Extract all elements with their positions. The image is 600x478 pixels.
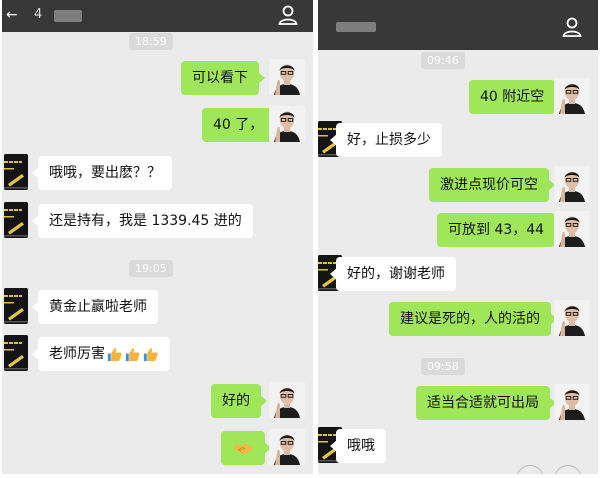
timestamp: 09:46: [421, 52, 465, 69]
my-message[interactable]: 可以看下: [181, 61, 265, 95]
chat-title: 4: [34, 7, 43, 22]
my-message[interactable]: 40 附近空: [469, 80, 562, 114]
chat-header: [318, 0, 598, 50]
my-avatar[interactable]: [269, 106, 305, 142]
my-avatar[interactable]: [554, 384, 590, 420]
chat-header: ← 4: [2, 0, 313, 32]
voice-button[interactable]: [516, 465, 544, 474]
my-avatar[interactable]: [554, 211, 590, 247]
thumbs-up-icon: [124, 346, 141, 363]
my-message[interactable]: 40 了，: [202, 108, 281, 142]
my-message[interactable]: 建议是死的，人的活的: [389, 302, 557, 336]
my-message[interactable]: 激进点现价可空: [429, 168, 555, 202]
blurred-contact-name: [54, 10, 82, 22]
my-avatar[interactable]: [554, 78, 590, 114]
my-avatar[interactable]: [269, 382, 305, 418]
back-arrow-icon[interactable]: ←: [6, 8, 18, 22]
my-message[interactable]: [221, 431, 271, 465]
my-avatar[interactable]: [554, 300, 590, 336]
right-chat-panel: 09:46 40 附近空 好，止损多少 激进点现价可空 可放到 43，44 好的…: [318, 0, 598, 474]
contact-message[interactable]: 老师厉害: [32, 337, 170, 371]
handshake-icon: [232, 439, 254, 457]
contact-avatar[interactable]: [4, 288, 28, 324]
contact-message[interactable]: 好的，谢谢老师: [330, 257, 456, 291]
thumbs-up-icon: [142, 346, 159, 363]
contact-message[interactable]: 还是持有，我是 1339.45 进的: [32, 204, 253, 238]
my-avatar[interactable]: [269, 429, 305, 465]
contact-message[interactable]: 黄金止赢啦老师: [32, 290, 158, 324]
contact-message[interactable]: 哦哦: [330, 429, 386, 463]
contact-avatar[interactable]: [4, 154, 28, 190]
timestamp: 19:05: [129, 260, 173, 277]
message-text: 老师厉害: [49, 346, 105, 362]
person-icon[interactable]: [277, 4, 299, 26]
my-avatar[interactable]: [554, 166, 590, 202]
left-chat-panel: ← 4 18:59 可以看下 40 了， 哦哦，要出麽？？ 还是持有，我是 13…: [2, 0, 313, 474]
blurred-contact-name: [336, 22, 376, 32]
timestamp: 09:58: [421, 358, 465, 375]
contact-avatar[interactable]: [4, 202, 28, 238]
my-message[interactable]: 适当合适就可出局: [416, 386, 556, 420]
contact-avatar[interactable]: [4, 335, 28, 371]
person-icon[interactable]: [561, 16, 583, 38]
my-message[interactable]: 好的: [211, 384, 267, 418]
contact-message[interactable]: 哦哦，要出麽？？: [32, 156, 172, 190]
my-avatar[interactable]: [269, 59, 305, 95]
emoji-button[interactable]: [554, 465, 582, 474]
thumbs-up-icon: [106, 346, 123, 363]
timestamp: 18:59: [129, 33, 173, 50]
my-message[interactable]: 可放到 43，44: [437, 213, 562, 247]
contact-message[interactable]: 好，止损多少: [330, 123, 442, 157]
